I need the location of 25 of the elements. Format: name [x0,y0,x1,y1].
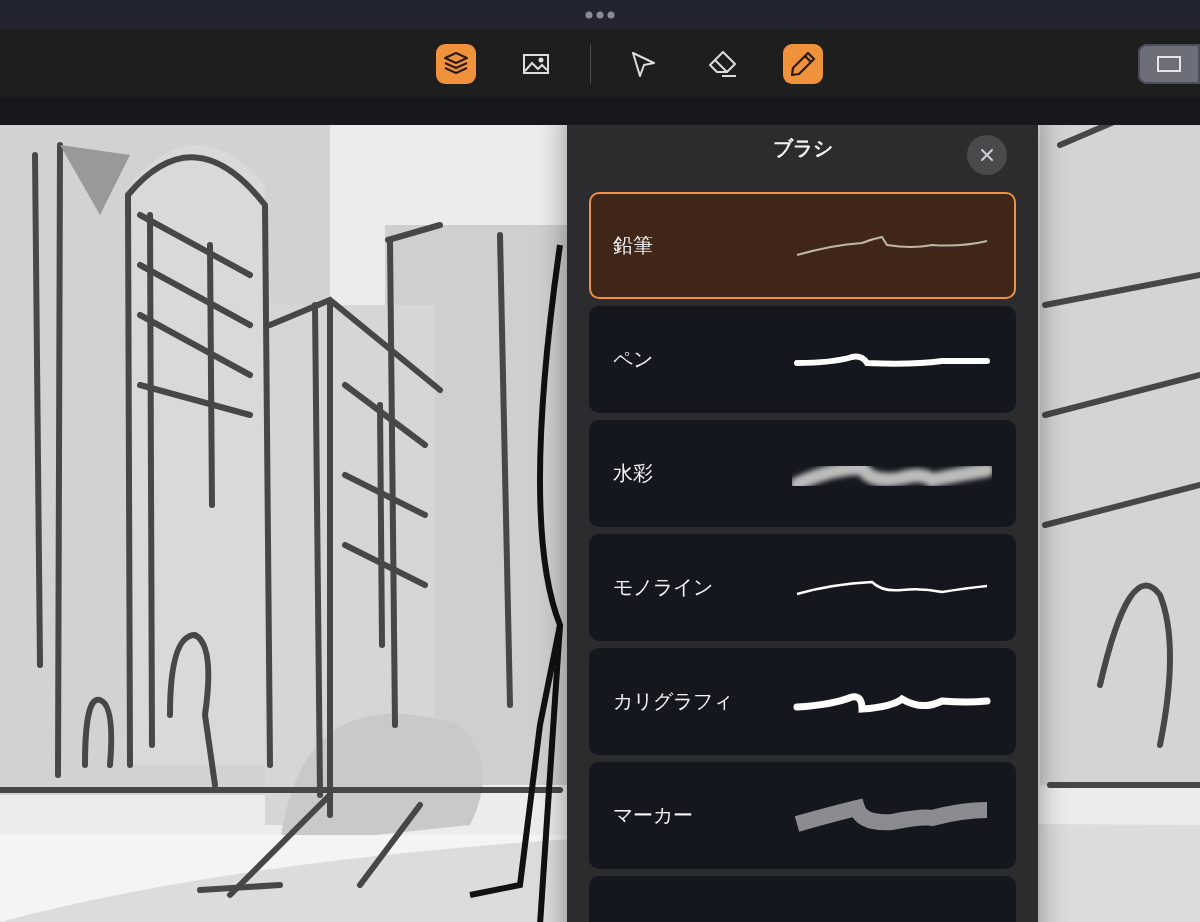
brush-tool-button[interactable] [783,43,823,84]
brush-item[interactable]: カリグラフィ [589,648,1016,755]
pencil-icon [790,50,816,77]
brush-name: カリグラフィ [613,688,733,715]
popover-title: ブラシ [772,134,833,162]
brush-name: マーカー [613,802,693,829]
brush-name: ペン [613,346,653,373]
brush-name: モノライン [613,574,713,601]
brush-item[interactable]: 水彩 [589,420,1016,527]
rectangle-icon [1157,55,1181,72]
brush-item[interactable]: モノライン [589,534,1016,641]
pointer-arrow-icon [631,50,655,77]
more-dots-icon[interactable] [585,11,615,19]
layers-icon [444,52,468,75]
close-icon [980,148,994,162]
brush-name: 水彩 [613,460,653,487]
image-icon [523,53,549,74]
close-button[interactable] [967,135,1007,175]
layers-tool-button[interactable] [436,43,476,84]
canvas-view-button[interactable] [1138,43,1200,84]
brush-item[interactable]: 鉛筆 [589,192,1016,299]
eraser-icon [709,50,737,77]
brush-item[interactable]: ペン [589,306,1016,413]
brush-item[interactable]: マーカー [589,762,1016,869]
brush-name: 鉛筆 [613,232,653,259]
